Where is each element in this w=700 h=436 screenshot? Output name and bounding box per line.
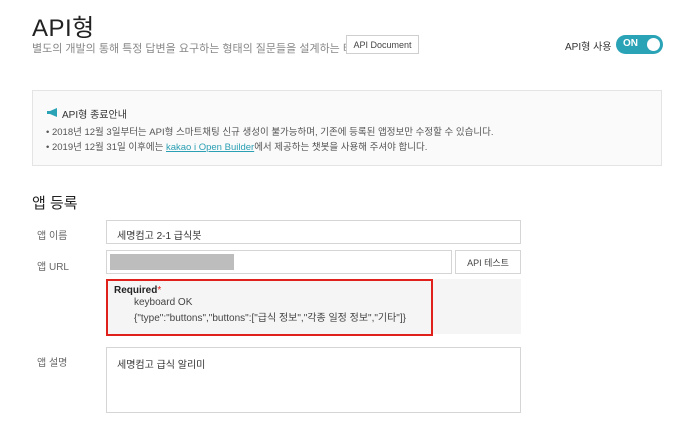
notice-title: API형 종료안내 (62, 110, 127, 121)
notice-item-text: 2018년 12월 3일부터는 API형 스마트채팅 신규 생성이 불가능하며,… (51, 127, 494, 138)
response-line: {"type":"buttons","buttons":["급식 정보","각종… (134, 313, 406, 324)
api-use-label: API형 사용 (565, 42, 612, 53)
api-use-toggle[interactable]: ON (616, 35, 663, 54)
app-desc-textarea[interactable]: 세명컴고 급식 알리미 (106, 347, 521, 413)
notice-item-prefix: 2019년 12월 31일 이후에는 (51, 142, 166, 153)
required-title-text: Required (114, 285, 158, 296)
app-name-input[interactable]: 세명컴고 2-1 급식봇 (106, 220, 521, 244)
app-url-label: 앱 URL (37, 262, 69, 273)
app-name-label: 앱 이름 (37, 231, 68, 242)
toggle-label: ON (623, 38, 638, 49)
required-title: Required* (114, 285, 161, 296)
megaphone-icon (47, 108, 57, 117)
page-subtitle: 별도의 개발의 통해 특정 답변을 요구하는 형태의 질문들을 설계하는 타입입… (32, 43, 397, 55)
notice-item-suffix: 에서 제공하는 챗봇을 사용해 주셔야 합니다. (254, 142, 428, 153)
required-star: * (157, 285, 162, 296)
app-desc-label: 앱 설명 (37, 358, 68, 369)
section-title: 앱 등록 (32, 195, 78, 212)
api-document-button[interactable]: API Document (346, 35, 419, 54)
response-line: keyboard OK (134, 297, 193, 308)
api-test-button[interactable]: API 테스트 (455, 250, 521, 274)
page-title: API형 (32, 15, 95, 42)
toggle-knob (647, 38, 660, 51)
redacted-url (110, 254, 234, 270)
notice-item: • 2019년 12월 31일 이후에는 kakao i Open Builde… (46, 142, 428, 153)
open-builder-link[interactable]: kakao i Open Builder (166, 142, 254, 153)
notice-item: • 2018년 12월 3일부터는 API형 스마트채팅 신규 생성이 불가능하… (46, 127, 494, 138)
